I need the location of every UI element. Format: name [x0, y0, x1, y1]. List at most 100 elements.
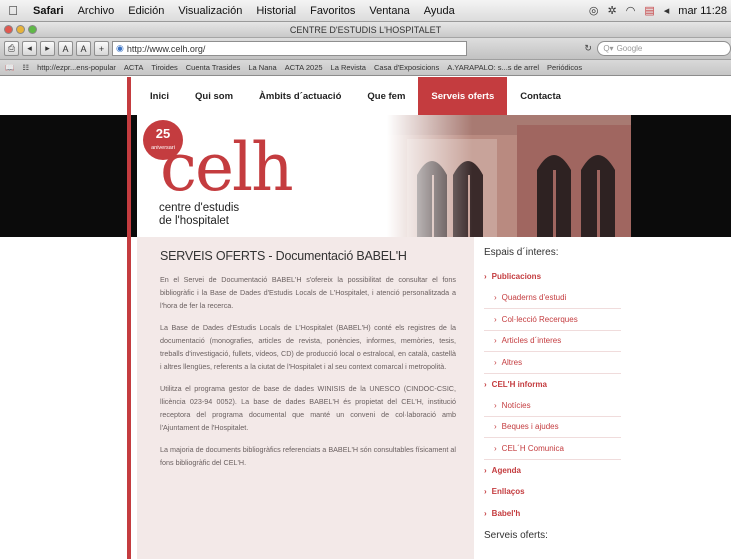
reload-icon[interactable]: ↻	[582, 43, 594, 54]
web-page: Inici Qui som Àmbits d´actuació Que fem …	[0, 77, 731, 559]
volume-icon[interactable]: ◂	[664, 4, 670, 17]
menu-ayuda[interactable]: Ayuda	[417, 5, 462, 17]
mac-menubar:  Safari Archivo Edición Visualización H…	[0, 0, 731, 22]
menu-ventana[interactable]: Ventana	[362, 5, 416, 17]
bookmarks-bar: 📖 ☷ http://ezpr...ens-popular ACTA Tiroi…	[0, 60, 731, 76]
content-paragraph: Utilitza el programa gestor de base de d…	[160, 384, 456, 432]
nav-que-fem[interactable]: Que fem	[354, 77, 418, 115]
bookmark-item[interactable]: A.YARAPALO: s...s de arrel	[447, 63, 539, 72]
bookmarks-book-icon[interactable]: 📖	[5, 63, 14, 72]
sidebar-item-celh-informa[interactable]: › CEL'H informa	[484, 374, 631, 396]
window-title: CENTRE D'ESTUDIS L'HOSPITALET	[289, 25, 442, 35]
sidebar-menu: › Publicacions › Quaderns d'estudi › Col·le…	[484, 266, 631, 524]
sidebar-item-articles[interactable]: › Articles d´interes	[484, 331, 621, 352]
sidebar-item-label: Col·lecció Recerques	[501, 314, 578, 324]
search-placeholder: Google	[616, 44, 643, 53]
chevron-right-icon: ›	[484, 487, 487, 497]
text-smaller-button[interactable]: A	[58, 41, 73, 56]
sidebar-item-agenda[interactable]: › Agenda	[484, 460, 631, 482]
address-bar[interactable]: ◉ http://www.celh.org/	[112, 41, 467, 56]
bookmark-item[interactable]: http://ezpr...ens-popular	[37, 63, 116, 72]
sidebar-item-label: Agenda	[491, 465, 522, 475]
chevron-right-icon: ›	[494, 357, 497, 367]
top-sites-grid-icon[interactable]: ☷	[22, 63, 29, 72]
sidebar-item-recerques[interactable]: › Col·lecció Recerques	[484, 309, 621, 331]
flag-icon[interactable]: ▤	[644, 4, 654, 17]
menu-visualizacion[interactable]: Visualización	[171, 5, 249, 17]
address-url[interactable]: http://www.celh.org/	[127, 44, 206, 54]
nav-ambits[interactable]: Àmbits d´actuació	[246, 77, 354, 115]
sidebar-item-beques[interactable]: › Beques i ajudes	[484, 417, 621, 438]
menu-app-safari[interactable]: Safari	[26, 5, 71, 17]
apple-menu-icon[interactable]: 	[0, 3, 26, 18]
building-photo	[387, 115, 631, 237]
wifi-icon[interactable]: ◠	[626, 4, 636, 17]
sidebar-item-label: Beques i ajudes	[501, 422, 559, 432]
sidebar-item-comunica[interactable]: › CEL´H Comunica	[484, 438, 621, 460]
nav-inici[interactable]: Inici	[137, 77, 182, 115]
zoom-window-icon[interactable]	[28, 25, 37, 34]
text-larger-button[interactable]: A	[76, 41, 91, 56]
bookmark-item[interactable]: La Revista	[331, 63, 366, 72]
sidebar-item-enllacos[interactable]: › Enllaços	[484, 481, 631, 503]
forward-icon[interactable]: ▸	[40, 41, 55, 56]
nav-serveis-oferts[interactable]: Serveis oferts	[418, 77, 508, 115]
bookmark-item[interactable]: Periódicos	[547, 63, 582, 72]
bookmark-item[interactable]: Casa d'Exposicions	[374, 63, 439, 72]
nav-accent-bar	[127, 77, 131, 115]
nav-contacta[interactable]: Contacta	[507, 77, 574, 115]
sidebar-item-label: CEL'H informa	[491, 379, 547, 389]
chevron-right-icon: ›	[494, 400, 497, 410]
window-titlebar: CENTRE D'ESTUDIS L'HOSPITALET	[0, 22, 731, 38]
site-banner: 25 aniversari celh centre d'estudis de l…	[0, 115, 731, 237]
site-logo[interactable]: celh	[160, 133, 294, 203]
sidebar-item-publicacions[interactable]: › Publicacions	[484, 266, 631, 288]
chevron-right-icon: ›	[484, 465, 487, 475]
main-content: SERVEIS OFERTS - Documentació BABEL'H En…	[137, 237, 474, 559]
content-paragraph: La majoria de documents bibliogràfics re…	[160, 445, 456, 467]
sidebar-item-label: Articles d´interes	[501, 336, 562, 346]
nav-qui-som[interactable]: Qui som	[182, 77, 246, 115]
menu-edicion[interactable]: Edición	[121, 5, 171, 17]
content-paragraph: En el Servei de Documentació BABEL'H s'o…	[160, 275, 456, 310]
bluetooth-icon[interactable]: ✲	[608, 4, 617, 17]
chevron-right-icon: ›	[494, 336, 497, 346]
chevron-right-icon: ›	[484, 508, 487, 518]
banner-content: 25 aniversari celh centre d'estudis de l…	[137, 115, 631, 237]
sidebar-item-label: Publicacions	[491, 272, 542, 282]
bookmark-item[interactable]: Tiroides	[151, 63, 177, 72]
sidebar-item-babelh[interactable]: › Babel'h	[484, 503, 631, 525]
search-icon: Q▾	[603, 44, 614, 53]
site-nav: Inici Qui som Àmbits d´actuació Que fem …	[137, 77, 631, 115]
chevron-right-icon: ›	[484, 272, 487, 282]
print-icon[interactable]: ⎙	[4, 41, 19, 56]
content-accent-bar	[127, 115, 131, 559]
menubar-clock[interactable]: mar 11:28	[678, 5, 727, 17]
sidebar-item-label: Notícies	[501, 400, 531, 410]
traffic-lights	[4, 25, 37, 34]
add-bookmark-button[interactable]: +	[94, 41, 109, 56]
sidebar: Espais d´interes: › Publicacions › Quadern…	[474, 237, 631, 559]
menu-historial[interactable]: Historial	[249, 5, 303, 17]
sidebar-heading-services: Serveis oferts:	[484, 530, 548, 541]
sidebar-item-quaderns[interactable]: › Quaderns d'estudi	[484, 288, 621, 309]
sidebar-item-label: Quaderns d'estudi	[501, 293, 567, 303]
browser-toolbar: ⎙ ◂ ▸ A A + ◉ http://www.celh.org/ ↻ Q▾ …	[0, 38, 731, 60]
bookmark-item[interactable]: Cuenta Trasides	[186, 63, 241, 72]
menu-favoritos[interactable]: Favoritos	[303, 5, 362, 17]
back-icon[interactable]: ◂	[22, 41, 37, 56]
sidebar-item-noticies[interactable]: › Notícies	[484, 395, 621, 417]
minimize-window-icon[interactable]	[16, 25, 25, 34]
search-field[interactable]: Q▾ Google	[597, 41, 731, 56]
chevron-right-icon: ›	[494, 443, 497, 453]
close-window-icon[interactable]	[4, 25, 13, 34]
bookmark-item[interactable]: ACTA 2025	[285, 63, 323, 72]
bookmark-item[interactable]: ACTA	[124, 63, 143, 72]
sidebar-heading: Espais d´interes:	[484, 247, 559, 258]
bookmark-item[interactable]: La Nana	[248, 63, 276, 72]
sidebar-item-label: Altres	[501, 357, 523, 367]
spotlight-icon[interactable]: ◎	[589, 4, 599, 17]
menu-archivo[interactable]: Archivo	[71, 5, 122, 17]
logo-subtitle-line1: centre d'estudis	[159, 202, 240, 214]
sidebar-item-altres[interactable]: › Altres	[484, 352, 621, 374]
